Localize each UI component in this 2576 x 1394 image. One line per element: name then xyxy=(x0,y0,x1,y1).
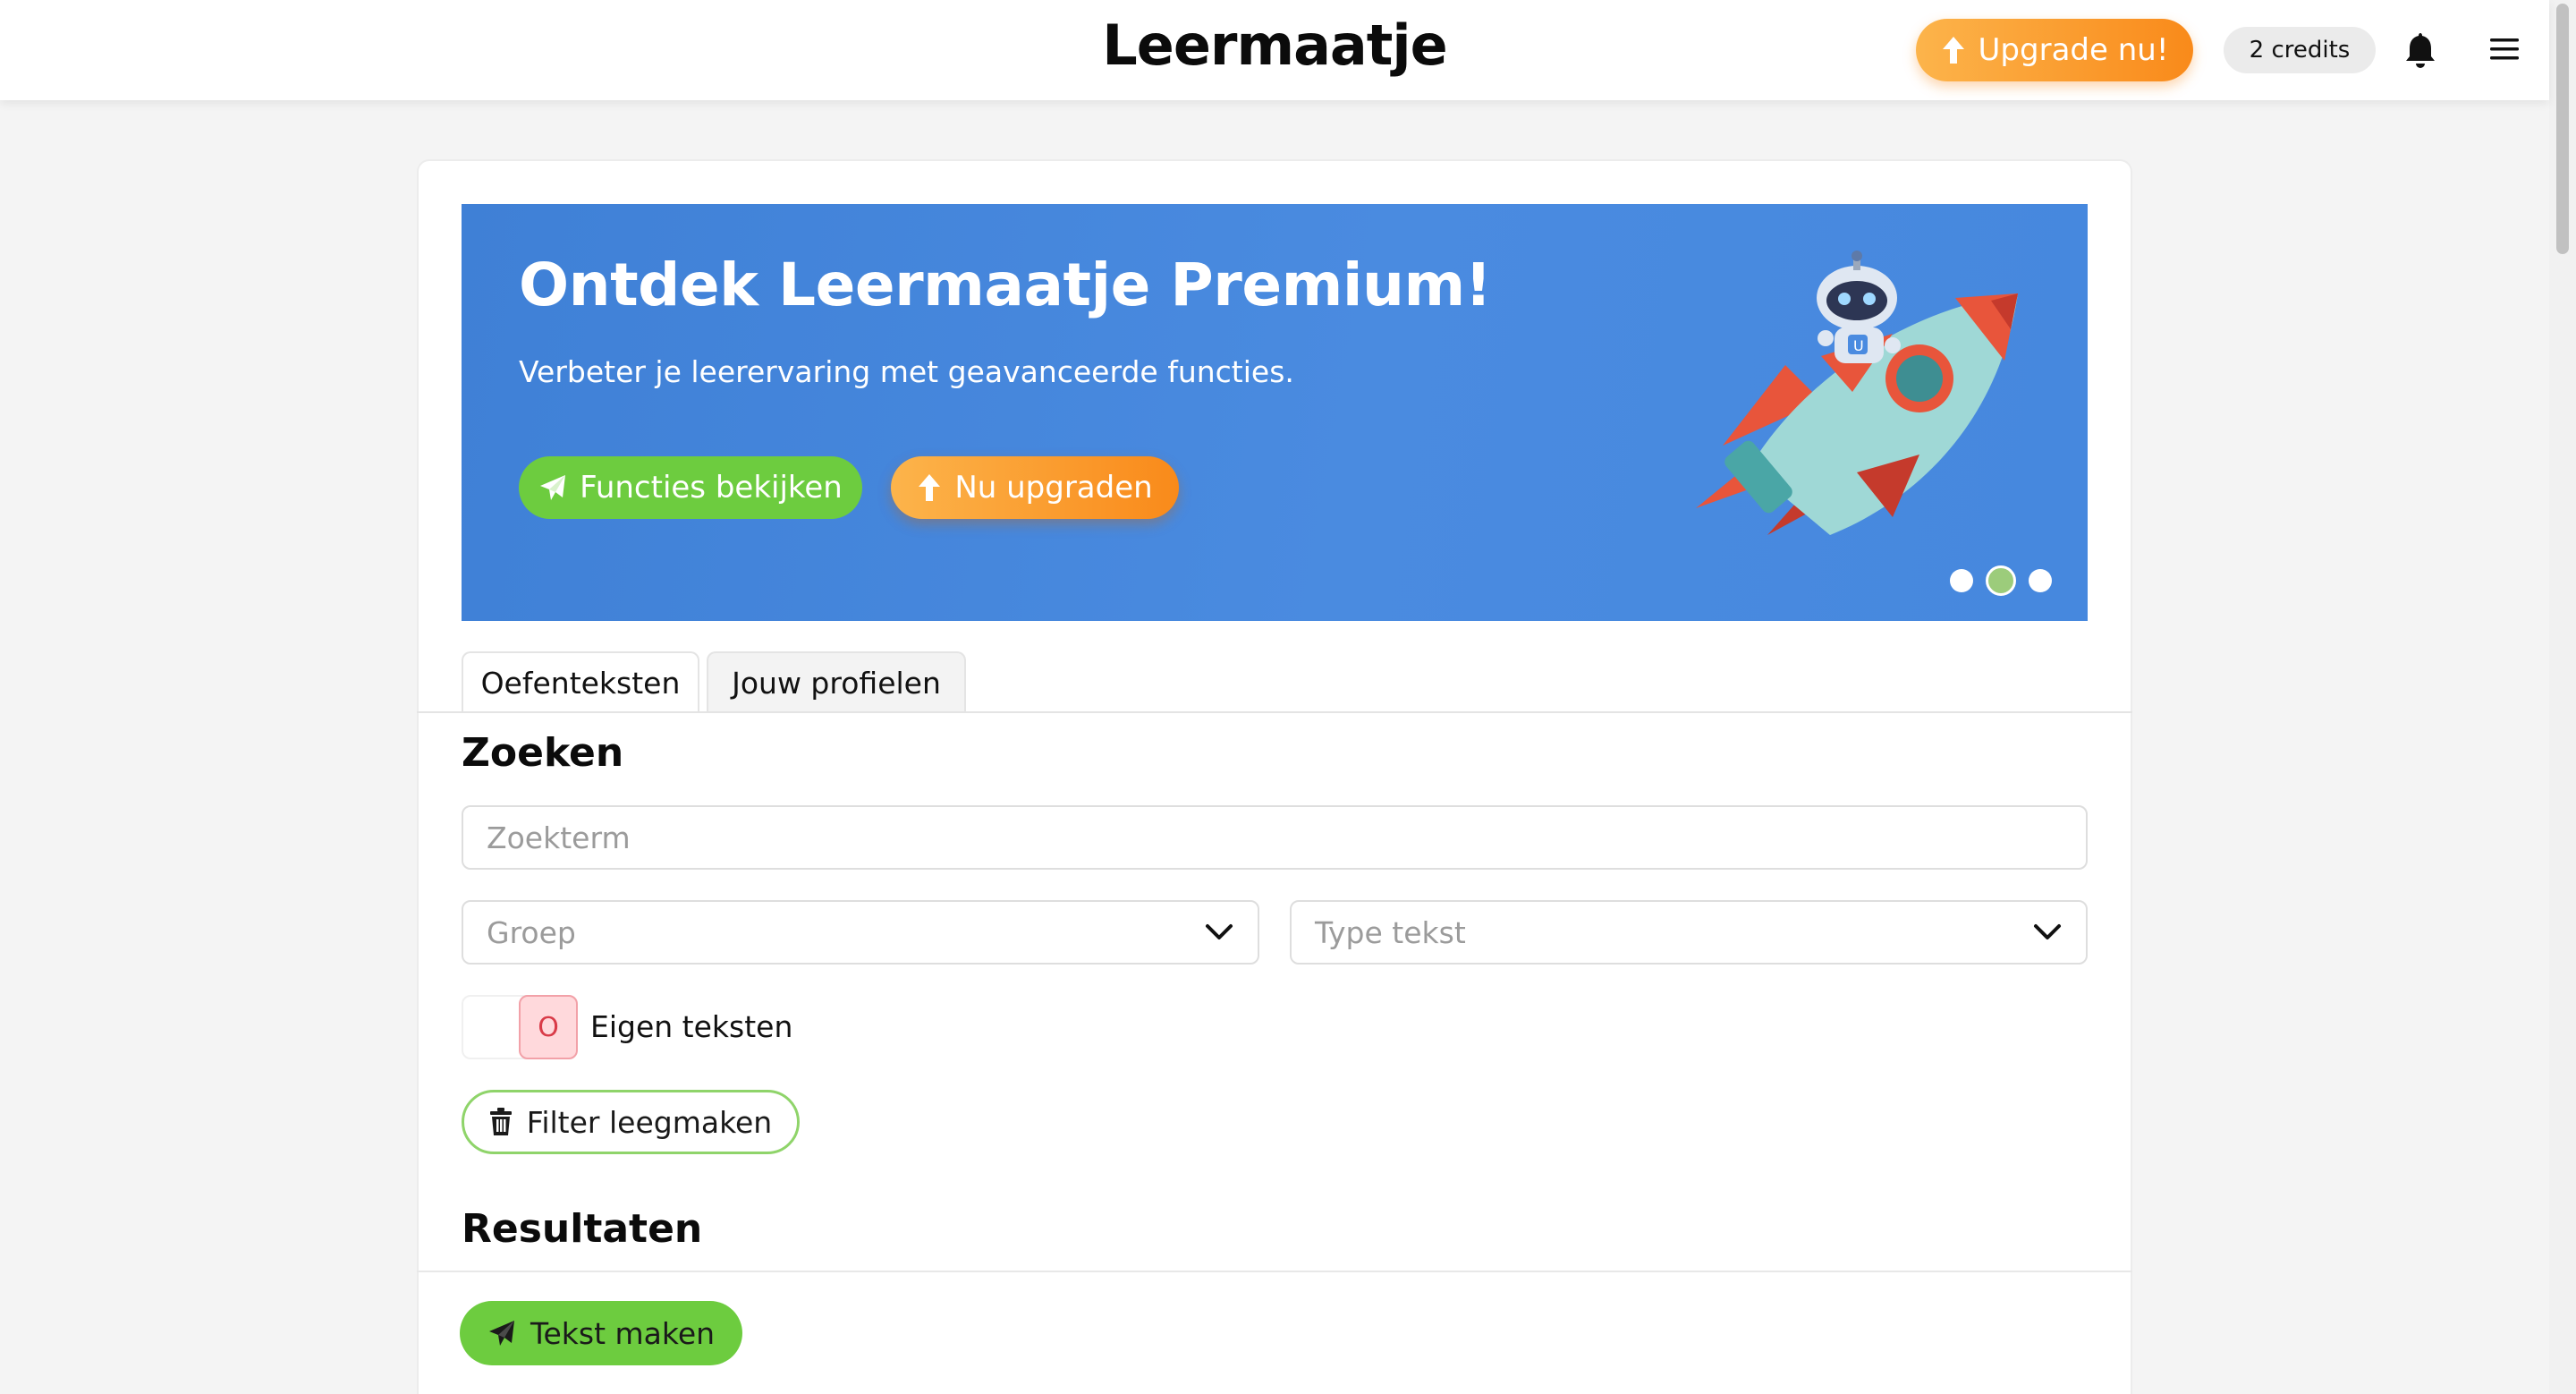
robot-rocket-illustration: U xyxy=(1696,251,2018,535)
tab-oefenteksten[interactable]: Oefenteksten xyxy=(462,651,699,712)
top-bar: Leermaatje Upgrade nu! 2 credits xyxy=(0,0,2549,100)
upgrade-button-label: Upgrade nu! xyxy=(1978,32,2169,68)
chevron-down-icon xyxy=(1206,924,1233,939)
results-heading: Resultaten xyxy=(462,1206,703,1252)
banner-subtitle: Verbeter je leerervaring met geavanceerd… xyxy=(519,354,1294,389)
own-texts-label: Eigen teksten xyxy=(590,1009,793,1044)
carousel-dot-3[interactable] xyxy=(2029,569,2052,592)
tabs-divider xyxy=(417,711,2132,713)
scrollbar-thumb[interactable] xyxy=(2556,4,2569,254)
carousel-dot-1[interactable] xyxy=(1950,569,1973,592)
paper-plane-icon xyxy=(540,475,566,500)
tab-jouw-profielen[interactable]: Jouw profielen xyxy=(707,651,966,712)
banner-title: Ontdek Leermaatje Premium! xyxy=(519,251,1492,319)
clear-filter-button[interactable]: Filter leegmaken xyxy=(462,1090,800,1154)
carousel-dot-2[interactable] xyxy=(1986,565,2016,596)
upgrade-button[interactable]: Upgrade nu! xyxy=(1916,19,2193,81)
premium-banner: Ontdek Leermaatje Premium! Verbeter je l… xyxy=(462,204,2088,621)
hamburger-menu-icon[interactable] xyxy=(2488,36,2521,63)
trash-icon xyxy=(489,1108,512,1135)
search-input[interactable]: Zoekterm xyxy=(462,805,2088,870)
view-features-button[interactable]: Functies bekijken xyxy=(519,456,862,519)
bell-icon[interactable] xyxy=(2402,30,2438,70)
app-root: Leermaatje Upgrade nu! 2 credits Ontdek … xyxy=(0,0,2576,1394)
own-texts-toggle[interactable]: O xyxy=(462,995,578,1059)
results-divider xyxy=(417,1271,2132,1272)
arrow-up-icon xyxy=(1942,37,1964,64)
clear-filter-label: Filter leegmaken xyxy=(526,1104,773,1140)
text-type-select-placeholder: Type tekst xyxy=(1315,914,1466,950)
search-heading: Zoeken xyxy=(462,730,624,776)
upgrade-now-button[interactable]: Nu upgraden xyxy=(891,456,1179,519)
view-features-label: Functies bekijken xyxy=(580,470,843,506)
create-text-button[interactable]: Tekst maken xyxy=(460,1301,742,1365)
upgrade-now-label: Nu upgraden xyxy=(954,470,1153,506)
text-type-select[interactable]: Type tekst xyxy=(1290,900,2088,965)
credits-badge[interactable]: 2 credits xyxy=(2224,27,2376,73)
arrow-up-icon xyxy=(919,474,941,501)
carousel-dots xyxy=(1950,564,2066,596)
group-select-placeholder: Groep xyxy=(487,914,576,950)
paper-plane-icon xyxy=(488,1321,514,1346)
group-select[interactable]: Groep xyxy=(462,900,1259,965)
chevron-down-icon xyxy=(2034,924,2061,939)
toggle-off-symbol: O xyxy=(538,1011,559,1043)
search-input-placeholder: Zoekterm xyxy=(487,820,631,855)
svg-text:U: U xyxy=(1853,337,1864,354)
toggle-knob: O xyxy=(519,995,578,1059)
create-text-label: Tekst maken xyxy=(530,1315,716,1351)
